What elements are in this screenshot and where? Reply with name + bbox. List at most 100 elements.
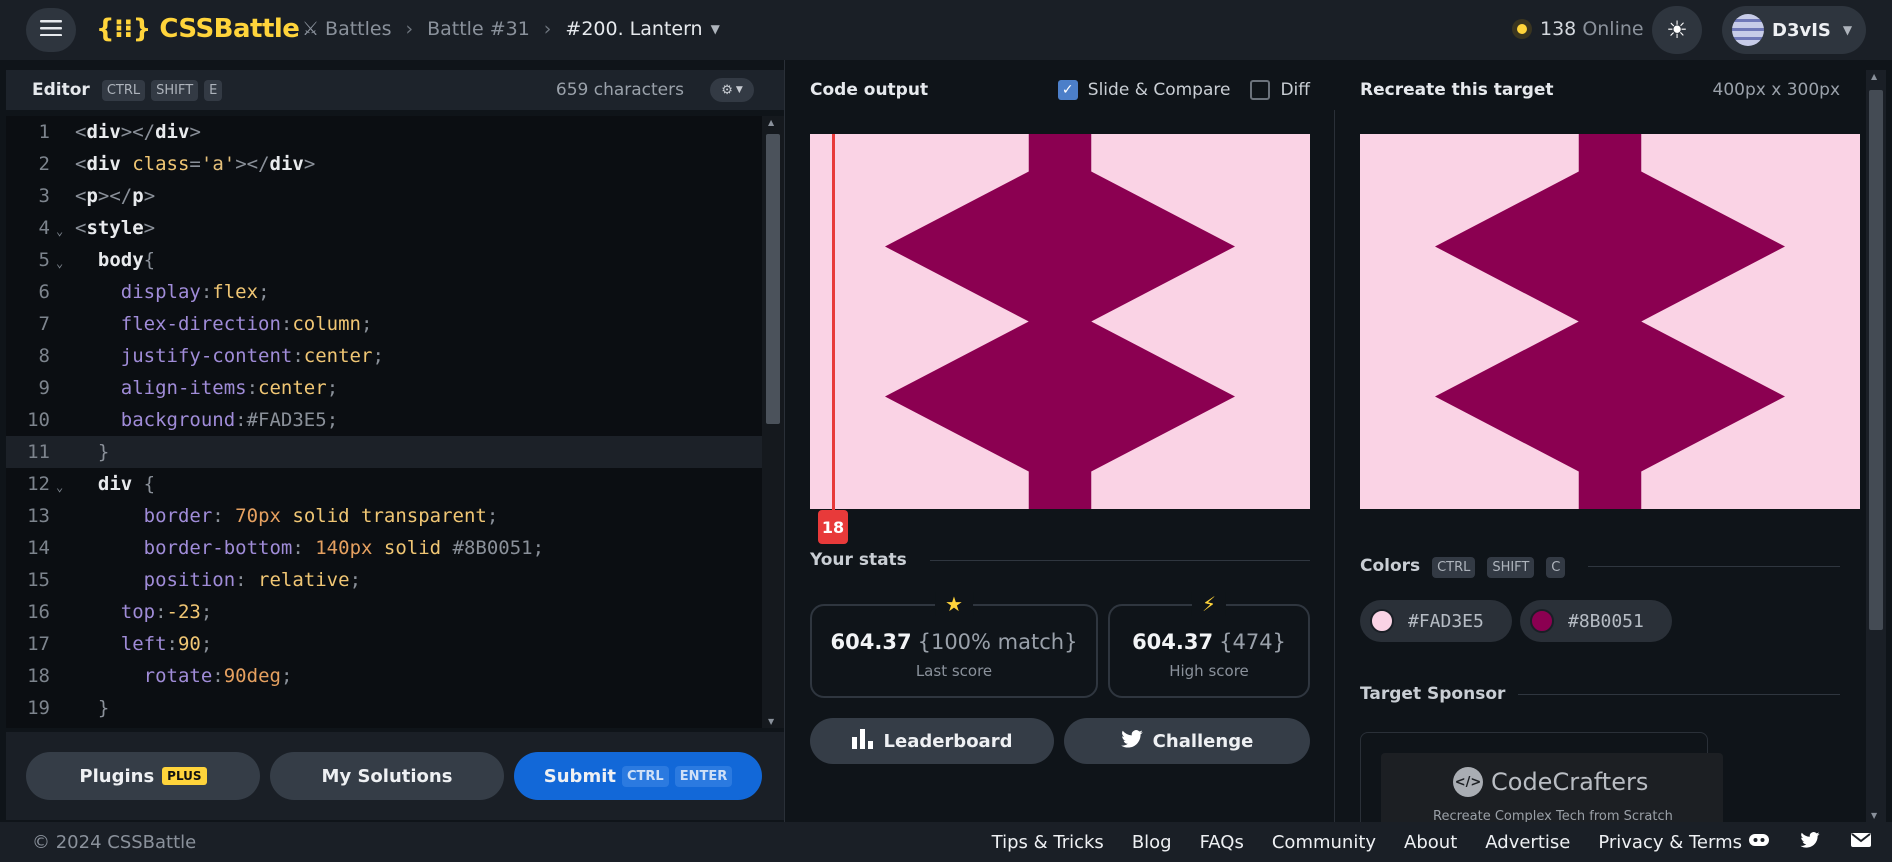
editor-scrollbar[interactable]: ▲ ▼ [762,116,784,728]
code-line[interactable]: 10 background:#FAD3E5; [6,404,762,436]
scrollbar-thumb[interactable] [1869,90,1883,630]
my-solutions-button[interactable]: My Solutions [270,752,504,800]
leaderboard-button[interactable]: Leaderboard [810,718,1054,764]
target-lantern [1435,134,1785,509]
code-text: <style> [75,217,156,239]
code-line[interactable]: 5 ⌄ body{ [6,244,762,276]
code-line[interactable]: 19 } [6,692,762,724]
line-number: 19 [27,697,50,719]
code-line[interactable]: 4 ⌄ <style> [6,212,762,244]
slide-compare-label[interactable]: Slide & Compare [1088,80,1231,100]
scrollbar-thumb[interactable] [766,134,780,424]
code-line[interactable]: 9 align-items:center; [6,372,762,404]
footer-link-privacy[interactable]: Privacy & Terms [1598,832,1742,853]
footer-link-community[interactable]: Community [1272,832,1376,853]
footer-link-blog[interactable]: Blog [1132,832,1172,853]
challenge-button[interactable]: Challenge [1064,718,1310,764]
slide-compare-checkbox[interactable]: ✓ [1057,80,1078,100]
breadcrumb-battles[interactable]: Battles [325,18,391,40]
code-line[interactable]: 2 <div class='a'></div> [6,148,762,180]
twitter-icon[interactable] [1800,832,1820,852]
code-line[interactable]: 6 display:flex; [6,276,762,308]
logo[interactable]: {⁝⁝} CSSBattle [96,14,300,44]
kbd-key: C [1546,557,1566,578]
online-label: Online [1582,18,1644,40]
line-number: 9 [38,377,50,399]
footer-link-about[interactable]: About [1404,832,1457,853]
color-swatch-bg[interactable]: #FAD3E5 [1360,600,1512,642]
code-line[interactable]: 14 border-bottom: 140px solid #8B0051; [6,532,762,564]
code-line[interactable]: 12 ⌄ div { [6,468,762,500]
line-number: 13 [27,505,50,527]
scroll-down-icon[interactable]: ▼ [1871,811,1877,820]
sponsor-banner[interactable]: </> CodeCrafters Recreate Complex Tech f… [1381,753,1723,833]
bar-chart-icon [851,728,874,754]
line-number: 6 [38,281,50,303]
code-line[interactable]: 3 <p></p> [6,180,762,212]
breadcrumb-battle[interactable]: Battle #31 [427,18,530,40]
compare-slider-badge[interactable]: 18 [818,510,848,544]
code-line[interactable]: 18 rotate:90deg; [6,660,762,692]
high-score-card: ⚡ 604.37 {474} High score [1108,592,1310,698]
plugins-button[interactable]: Plugins PLUS [26,752,260,800]
hamburger-icon [40,20,62,40]
code-text: background:#FAD3E5; [75,409,339,431]
star-icon: ★ [935,592,973,616]
avatar [1732,14,1764,46]
caret-down-icon[interactable]: ▼ [711,22,720,36]
character-count: 659 characters [555,80,684,100]
kbd-key: SHIFT [1487,557,1535,578]
mail-icon[interactable] [1850,832,1872,852]
code-line[interactable]: 13 border: 70px solid transparent; [6,500,762,532]
compare-slider-line[interactable] [832,134,835,510]
submit-button[interactable]: Submit CTRL ENTER [514,752,762,800]
page-scrollbar[interactable]: ▲ ▼ [1866,70,1886,822]
menu-button[interactable] [26,8,76,52]
fold-icon[interactable]: ⌄ [56,247,63,279]
sponsor-card[interactable]: </> CodeCrafters Recreate Complex Tech f… [1360,732,1723,833]
code-line[interactable]: 16 top:-23; [6,596,762,628]
editor-header: Editor CTRL SHIFT E 659 characters ⚙ ▼ [6,70,784,110]
scroll-up-icon[interactable]: ▲ [1871,72,1877,81]
kbd-key: CTRL [1432,557,1476,578]
code-line[interactable]: 7 flex-direction:column; [6,308,762,340]
fold-icon[interactable]: ⌄ [56,215,63,247]
diff-checkbox[interactable] [1250,80,1271,100]
user-menu-button[interactable]: D3vIS ▼ [1722,6,1866,54]
gear-icon: ⚙ [721,82,733,98]
code-text: <div class='a'></div> [75,153,316,175]
challenge-label: Challenge [1152,730,1254,752]
scroll-up-icon[interactable]: ▲ [768,118,774,127]
code-text: } [75,697,110,719]
caret-down-icon: ▼ [1842,23,1853,37]
line-number: 4 [38,217,50,239]
code-line[interactable]: 15 position: relative; [6,564,762,596]
line-number: 10 [27,409,50,431]
line-number: 14 [27,537,50,559]
code-line[interactable]: 1 <div></div> [6,116,762,148]
footer-link-advertise[interactable]: Advertise [1485,832,1570,853]
last-score-card: ★ 604.37 {100% match} Last score [810,592,1098,698]
scroll-down-icon[interactable]: ▼ [768,717,774,726]
code-text: top:-23; [75,601,213,623]
fold-icon[interactable]: ⌄ [56,471,63,503]
color-swatch-fg[interactable]: #8B0051 [1520,600,1672,642]
footer-link-tips[interactable]: Tips & Tricks [992,832,1104,853]
kbd-key: SHIFT [151,79,199,101]
discord-icon[interactable] [1748,832,1770,852]
editor-settings-button[interactable]: ⚙ ▼ [710,78,754,102]
chevron-right-icon: › [543,18,552,40]
breadcrumb-target[interactable]: #200. Lantern [565,18,702,40]
code-editor[interactable]: 1 <div></div> 2 <div class='a'></div> 3 <p></… [6,116,762,728]
output-canvas[interactable] [810,134,1310,509]
username: D3vIS [1772,19,1831,41]
kbd-key: CTRL [621,765,669,787]
code-line[interactable]: 11 } [6,436,762,468]
theme-toggle-button[interactable]: ☀ [1652,6,1702,54]
code-line[interactable]: 8 justify-content:center; [6,340,762,372]
code-text: rotate:90deg; [75,665,293,687]
line-number: 2 [38,153,50,175]
diff-label[interactable]: Diff [1280,80,1310,100]
footer-link-faqs[interactable]: FAQs [1200,832,1244,853]
code-line[interactable]: 17 left:90; [6,628,762,660]
